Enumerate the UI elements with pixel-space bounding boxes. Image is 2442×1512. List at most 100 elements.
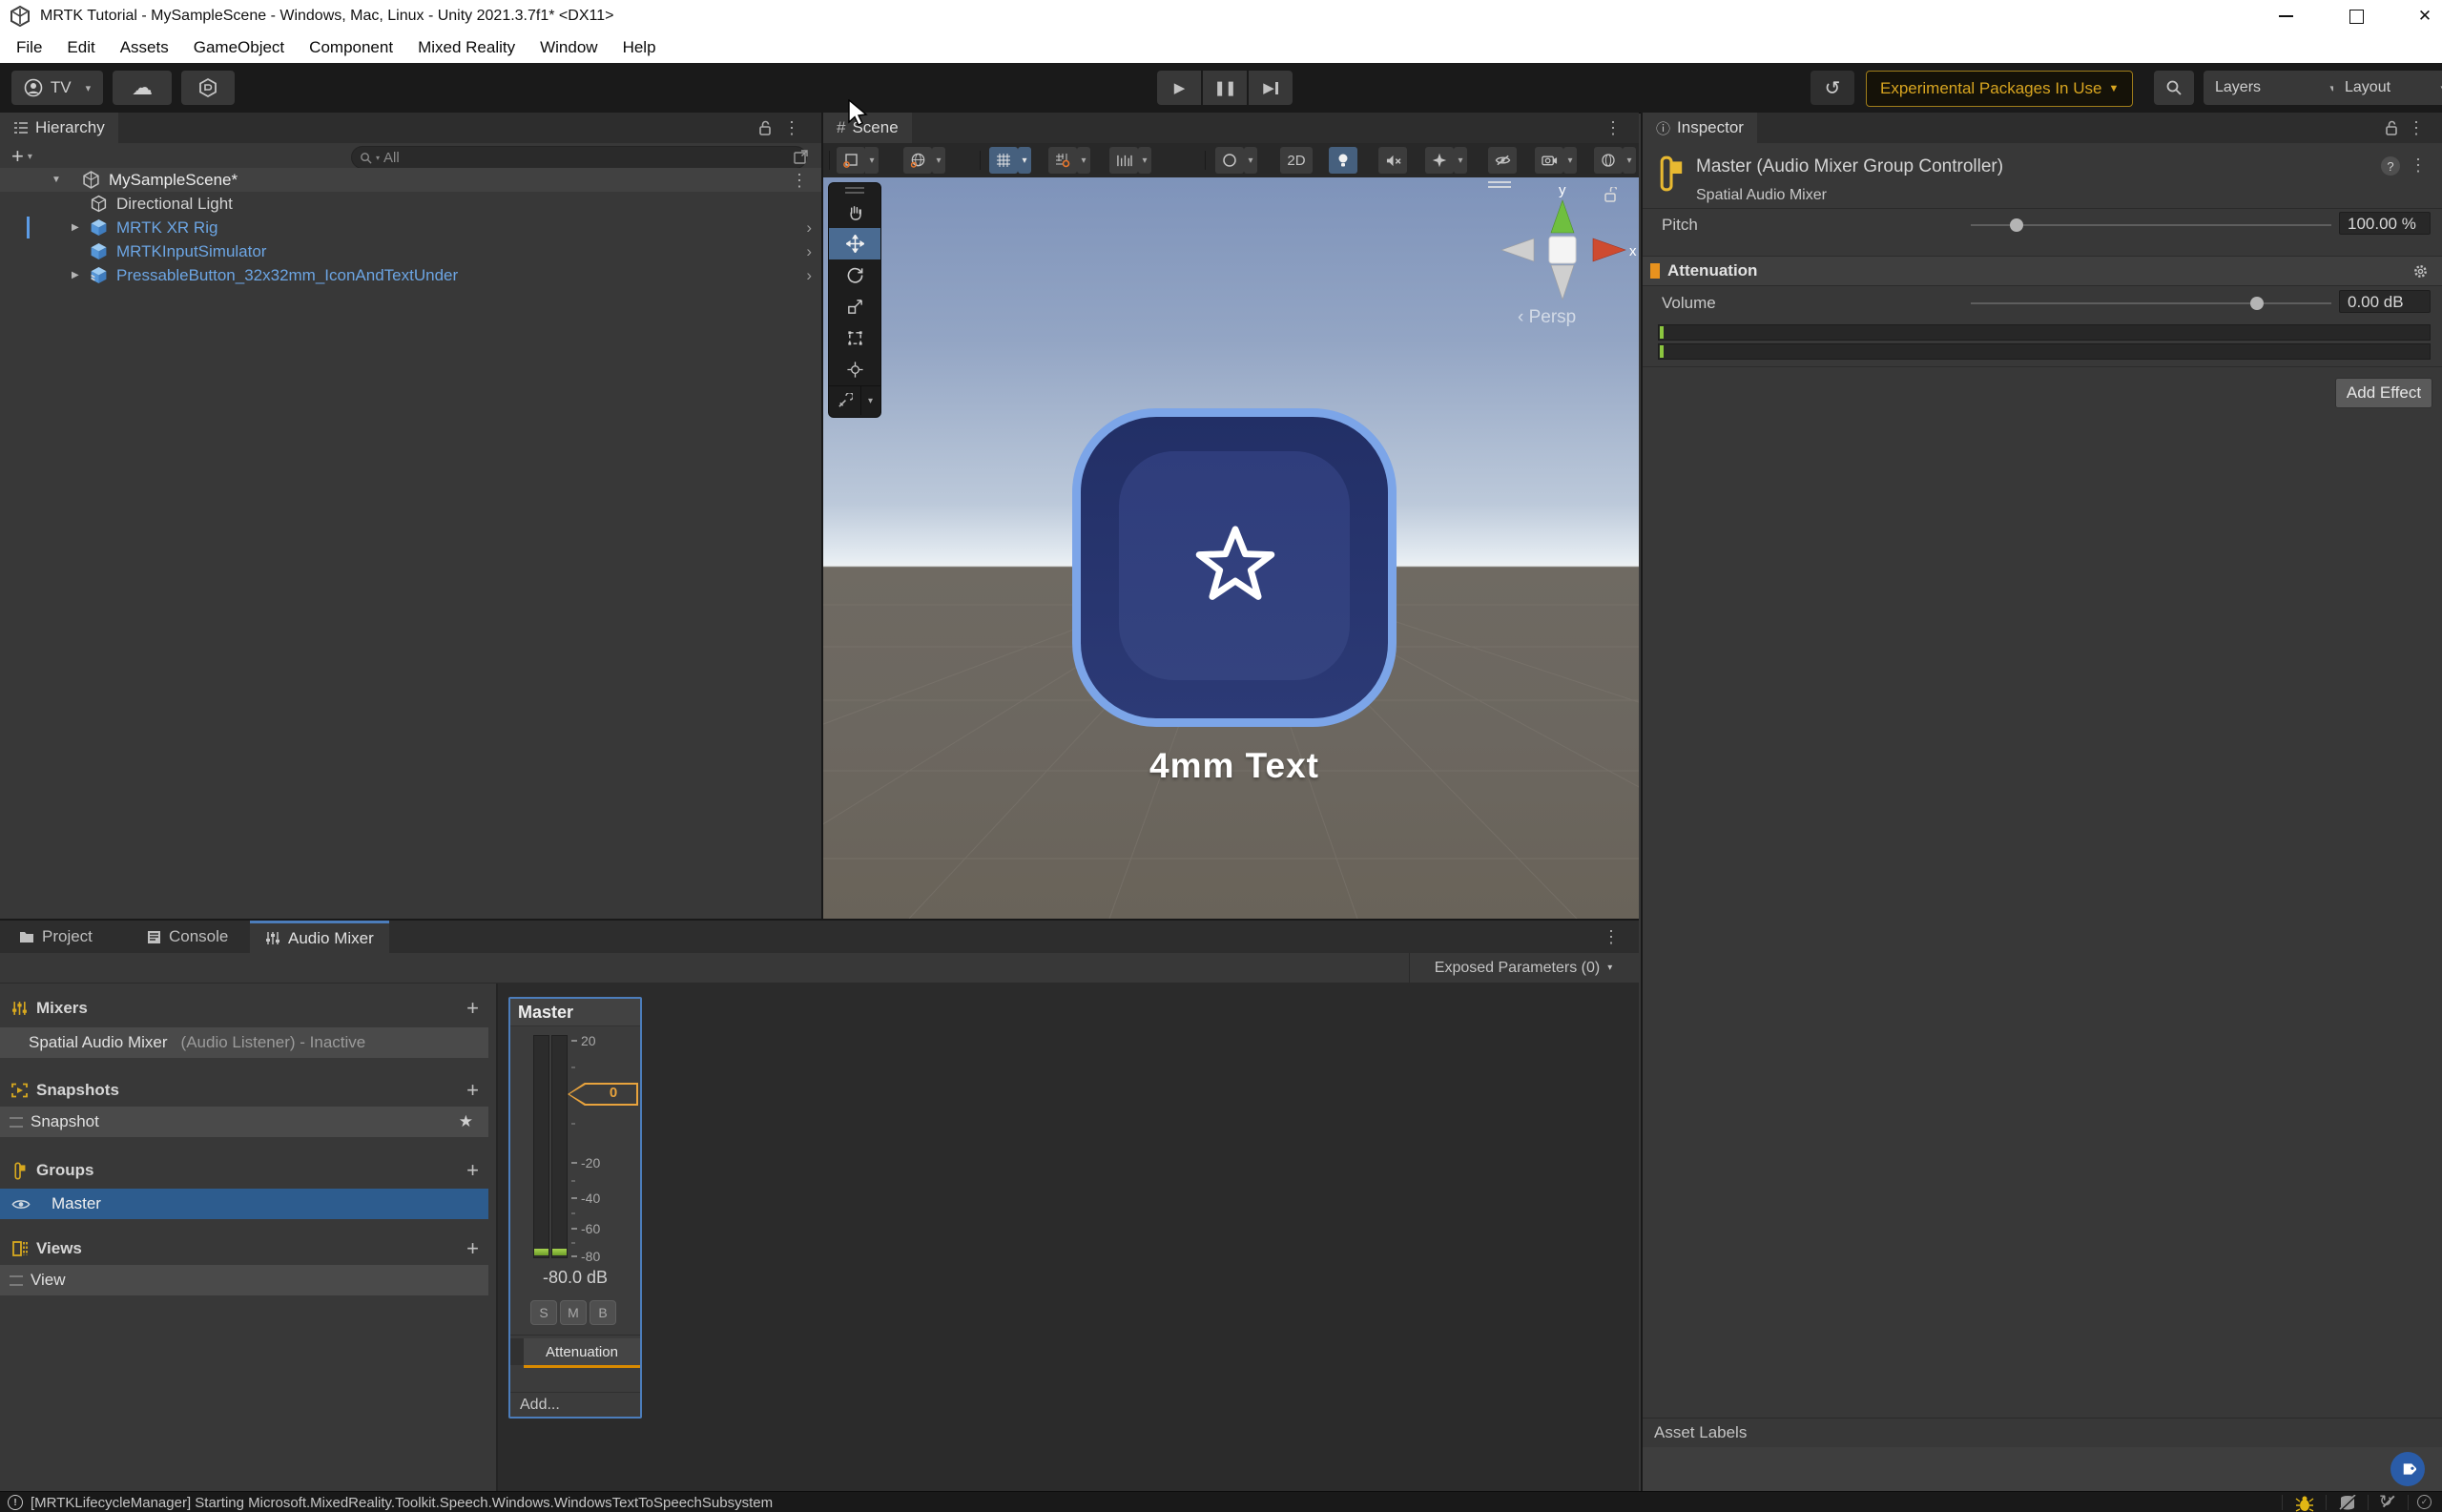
rotate-tool-button[interactable]: [829, 259, 880, 291]
snapshot-star-icon[interactable]: ★: [459, 1112, 473, 1131]
group-row-master[interactable]: Master: [0, 1189, 488, 1219]
grid-visibility-button[interactable]: [989, 147, 1018, 174]
custom-tool-button[interactable]: [829, 386, 860, 415]
scene-visibility-button[interactable]: [1488, 147, 1517, 174]
tool-settings-button[interactable]: [837, 147, 865, 174]
menu-window[interactable]: Window: [528, 32, 610, 63]
menu-file[interactable]: File: [4, 32, 54, 63]
tool-settings-dropdown[interactable]: ▾: [865, 147, 879, 174]
progress-idle-icon[interactable]: ✓: [2417, 1495, 2432, 1509]
draw-mode-button[interactable]: [1215, 147, 1244, 174]
effects-toggle-button[interactable]: [1425, 147, 1454, 174]
scene-menu-icon[interactable]: ⋮: [1604, 119, 1622, 136]
prefab-open-chevron-icon[interactable]: ›: [806, 266, 812, 285]
step-button[interactable]: ▶: [1249, 71, 1293, 105]
add-snapshot-button[interactable]: +: [466, 1080, 479, 1101]
create-dropdown-icon[interactable]: ▾: [28, 152, 32, 162]
rect-tool-button[interactable]: [829, 322, 880, 354]
foldout-closed-icon[interactable]: ▶: [72, 222, 79, 233]
add-effect-slot-button[interactable]: Add...: [520, 1397, 560, 1414]
minimize-button[interactable]: [2257, 0, 2314, 32]
hierarchy-item-mrtk-xr-rig[interactable]: ▶ MRTK XR Rig ›: [0, 216, 821, 239]
scene-viewport[interactable]: 4mm Text ▾ y x: [823, 177, 1639, 919]
gizmos-button[interactable]: [1594, 147, 1623, 174]
volume-value-field[interactable]: 0.00 dB: [2339, 290, 2431, 313]
overlay-drag-handle[interactable]: [829, 183, 880, 197]
experimental-packages-button[interactable]: Experimental Packages In Use ▼: [1866, 71, 2133, 107]
tab-hierarchy[interactable]: Hierarchy: [0, 113, 118, 143]
gizmo-x-axis-cone[interactable]: [1593, 238, 1625, 261]
volume-slider-knob[interactable]: [2250, 297, 2264, 310]
hand-tool-button[interactable]: [829, 197, 880, 228]
hierarchy-search-input[interactable]: ▾ All: [351, 146, 807, 169]
gizmo-unlock-icon[interactable]: [1604, 187, 1617, 202]
gear-icon[interactable]: [2412, 263, 2429, 280]
help-icon[interactable]: ?: [2381, 156, 2400, 176]
hierarchy-item-pressable-button[interactable]: ▶ PressableButton_32x32mm_IconAndTextUnd…: [0, 263, 821, 287]
camera-settings-dropdown[interactable]: ▾: [1563, 147, 1577, 174]
foldout-closed-icon[interactable]: ▶: [72, 270, 79, 280]
scale-tool-button[interactable]: [829, 291, 880, 322]
master-channel-strip[interactable]: Master 20 -20 -40 -60 -80 0: [508, 997, 642, 1419]
custom-tool-dropdown[interactable]: ▾: [860, 386, 880, 415]
status-bar[interactable]: ! [MRTKLifecycleManager] Starting Micros…: [0, 1491, 2442, 1512]
effects-dropdown[interactable]: ▾: [1454, 147, 1467, 174]
handle-orientation-dropdown[interactable]: ▾: [932, 147, 945, 174]
cloud-button[interactable]: ☁: [113, 71, 172, 105]
mixer-row-spatial-audio[interactable]: Spatial Audio Mixer (Audio Listener) - I…: [0, 1027, 488, 1058]
open-search-window-icon[interactable]: [794, 150, 808, 164]
search-button[interactable]: [2154, 71, 2194, 105]
handle-orientation-button[interactable]: [903, 147, 932, 174]
debugger-bug-icon[interactable]: [2295, 1495, 2314, 1512]
volume-slider[interactable]: [1971, 288, 2331, 319]
tab-console[interactable]: Console: [132, 921, 243, 953]
projection-label[interactable]: ‹ Persp: [1518, 307, 1576, 328]
auto-refresh-disabled-icon[interactable]: ↻: [2379, 1492, 2392, 1511]
pitch-slider[interactable]: [1971, 210, 2331, 240]
exposed-parameters-button[interactable]: Exposed Parameters (0) ▾: [1409, 953, 1637, 983]
move-tool-button[interactable]: [829, 228, 880, 259]
gizmos-dropdown[interactable]: ▾: [1623, 147, 1636, 174]
menu-edit[interactable]: Edit: [54, 32, 107, 63]
tab-project[interactable]: Project: [4, 921, 108, 953]
draw-mode-dropdown[interactable]: ▾: [1244, 147, 1257, 174]
close-button[interactable]: ✕: [2396, 0, 2442, 32]
lock-icon[interactable]: [2385, 120, 2398, 135]
add-view-button[interactable]: +: [466, 1238, 479, 1259]
mute-button[interactable]: M: [560, 1300, 587, 1325]
plastic-scm-button[interactable]: [181, 71, 235, 105]
create-add-button[interactable]: +: [11, 146, 24, 167]
lighting-toggle-button[interactable]: [1329, 147, 1357, 174]
grid-visibility-dropdown[interactable]: ▾: [1018, 147, 1031, 174]
attenuation-effect-slot[interactable]: Attenuation: [524, 1338, 640, 1368]
tab-audio-mixer[interactable]: Audio Mixer: [250, 921, 389, 953]
bypass-button[interactable]: B: [590, 1300, 616, 1325]
inspector-menu-icon[interactable]: ⋮: [2408, 119, 2425, 136]
view-row[interactable]: View: [0, 1265, 488, 1295]
prefab-open-chevron-icon[interactable]: ›: [806, 218, 812, 238]
account-button[interactable]: TV ▾: [11, 71, 103, 105]
gizmo-neg-y-cone[interactable]: [1551, 265, 1574, 300]
camera-settings-button[interactable]: [1535, 147, 1563, 174]
audio-toggle-button[interactable]: [1378, 147, 1407, 174]
snap-increment-dropdown[interactable]: ▾: [1138, 147, 1151, 174]
pitch-value-field[interactable]: 100.00 %: [2339, 212, 2431, 235]
gizmo-y-axis-cone[interactable]: [1551, 200, 1574, 233]
menu-help[interactable]: Help: [610, 32, 669, 63]
pressable-button-object[interactable]: [1072, 408, 1397, 727]
maximize-button[interactable]: [2328, 0, 2385, 32]
transform-tool-button[interactable]: [829, 354, 880, 385]
scene-row-menu-icon[interactable]: ⋮: [791, 172, 808, 189]
menu-component[interactable]: Component: [297, 32, 405, 63]
play-button[interactable]: ▶: [1157, 71, 1201, 105]
add-group-button[interactable]: +: [466, 1160, 479, 1181]
layout-dropdown[interactable]: Layout ▾: [2333, 71, 2442, 105]
foldout-open-icon[interactable]: ▼: [52, 175, 61, 185]
volume-fader-handle[interactable]: 0: [568, 1083, 638, 1106]
lock-icon[interactable]: [758, 120, 772, 135]
layers-dropdown[interactable]: Layers ▾: [2204, 71, 2345, 105]
snap-increment-button[interactable]: [1109, 147, 1138, 174]
pause-button[interactable]: ❚❚: [1203, 71, 1247, 105]
scene-root-row[interactable]: ▼ MySampleScene* ⋮: [0, 168, 821, 192]
menu-assets[interactable]: Assets: [108, 32, 181, 63]
